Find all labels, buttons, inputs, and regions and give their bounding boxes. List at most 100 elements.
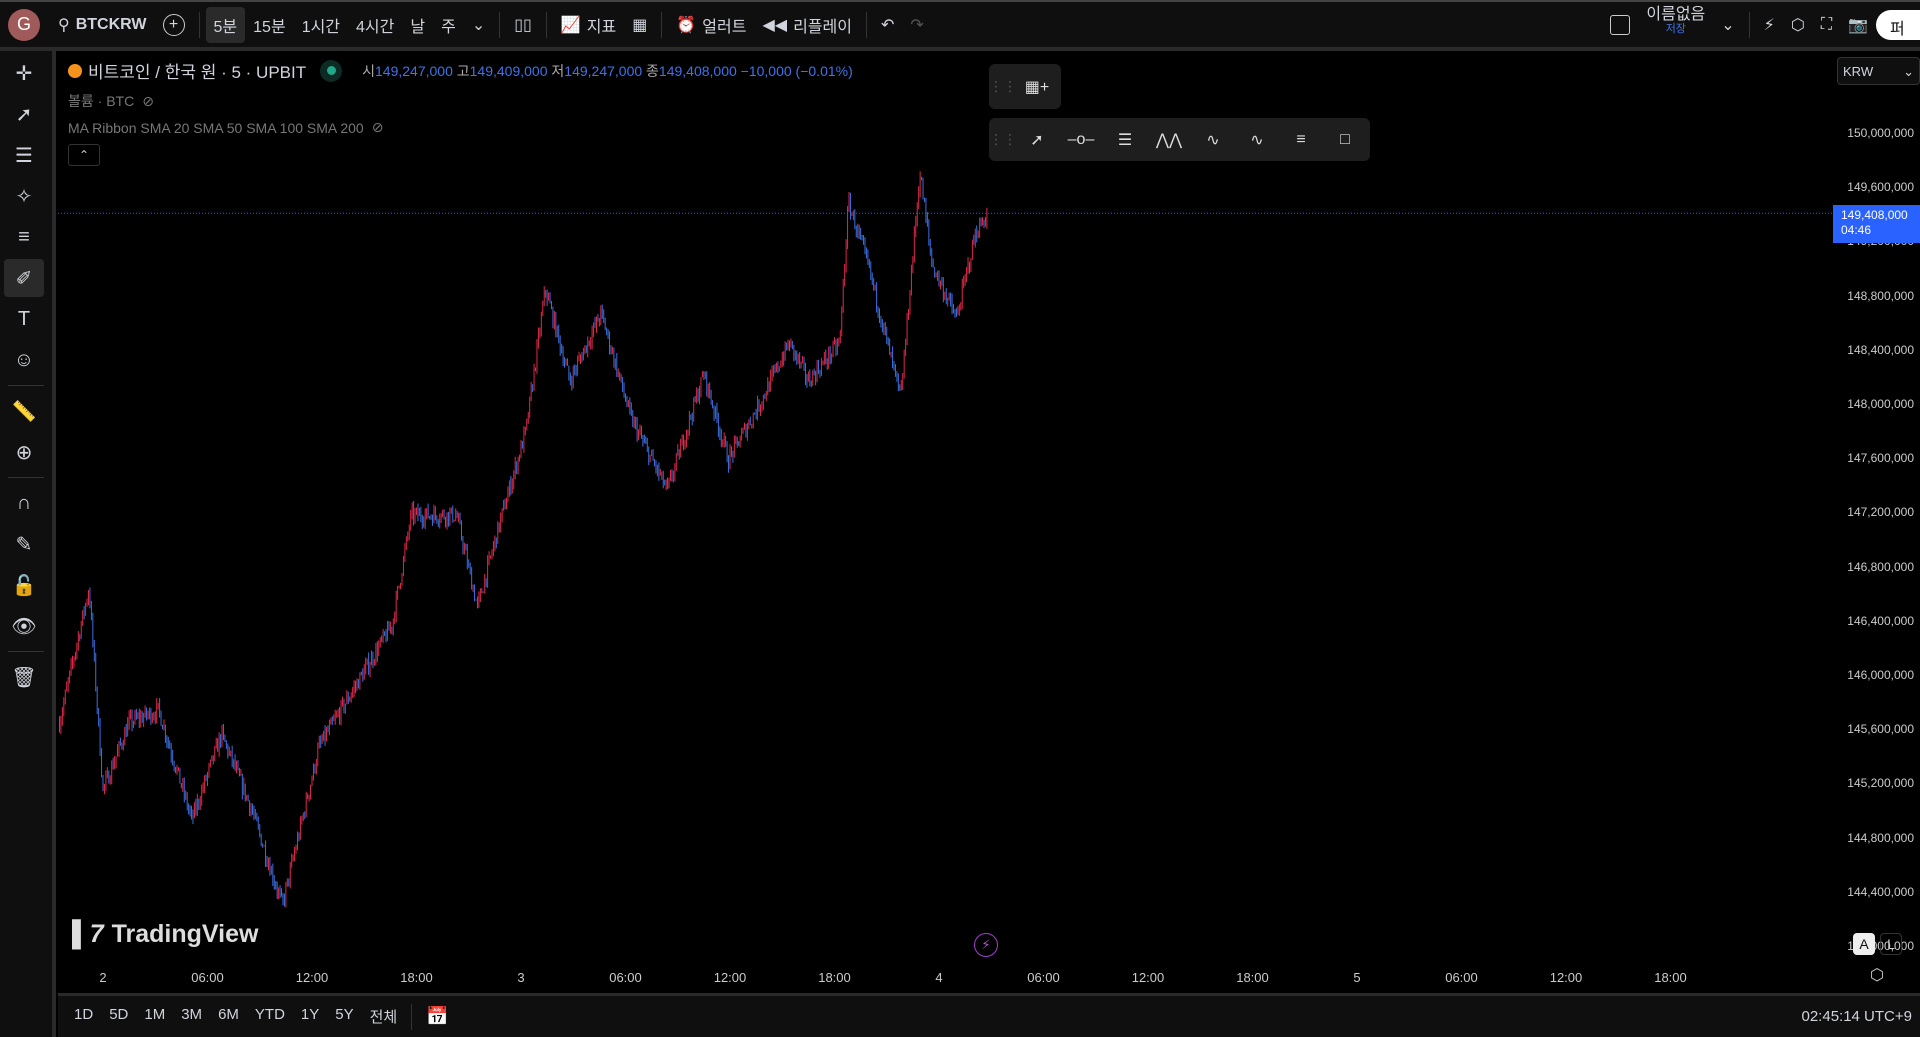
fullscreen-button[interactable]: ⛶ (1813, 7, 1840, 43)
lightning-search-icon: ⚡ (1763, 16, 1775, 34)
eye-off-icon[interactable]: ⊘ (372, 119, 384, 136)
goto-date-icon[interactable]: 📅 (418, 1006, 456, 1027)
price-tick-label: 149,600,000 (1847, 180, 1914, 195)
range-button[interactable]: 5D (101, 1006, 136, 1027)
forecast-icon[interactable]: ≡ (4, 218, 44, 256)
alert-button[interactable]: ⏰ 얼러트 (668, 7, 754, 43)
brush-icon[interactable]: ✐ (4, 259, 44, 297)
price-tick-label: 144,400,000 (1847, 884, 1914, 899)
trendline-icon[interactable]: ➚ (1015, 121, 1059, 159)
trendline-icon[interactable]: ➚ (4, 95, 44, 133)
pattern-icon[interactable]: ✧ (4, 177, 44, 215)
chart-type-button[interactable]: ▯▯ (506, 7, 540, 43)
symbol-label: BTCKRW (75, 15, 147, 33)
redo-button[interactable]: ↷ (902, 7, 931, 43)
collapse-legend-button[interactable]: ⌃ (68, 144, 100, 166)
interval-dropdown[interactable]: ⌄ (464, 7, 493, 43)
parallel-channel-icon[interactable]: ☰ (1103, 121, 1147, 159)
tradingview-logo[interactable]: ▌7 TradingView (72, 920, 258, 949)
elliott-wave-icon[interactable]: ∿ (1191, 121, 1235, 159)
eye-off-icon[interactable]: ⊘ (142, 93, 154, 110)
range-button[interactable]: 1Y (293, 1006, 327, 1027)
undo-button[interactable]: ↶ (873, 7, 902, 43)
current-price-label: 149,408,000 04:46 (1833, 205, 1920, 244)
interval-15m[interactable]: 15분 (245, 7, 294, 43)
lock-draw-icon[interactable]: ✎ (4, 525, 44, 563)
price-chart[interactable] (58, 51, 1920, 993)
gear-icon: ⬡ (1790, 16, 1805, 34)
time-tick-label: 2 (99, 970, 107, 985)
lock-icon[interactable]: 🔓 (4, 566, 44, 604)
eye-icon[interactable]: 👁 (4, 607, 44, 645)
time-tick-label: 3 (517, 970, 525, 985)
emoji-icon[interactable]: ☺ (4, 341, 44, 379)
fib-icon[interactable]: ☰ (4, 136, 44, 174)
grid-icon: ▦ (632, 16, 648, 34)
price-tick-label: 148,800,000 (1847, 288, 1914, 303)
trash-icon[interactable]: 🗑 (4, 658, 44, 696)
avatar[interactable]: G (8, 8, 40, 41)
auto-scale-button[interactable]: A (1853, 933, 1875, 955)
range-button[interactable]: 5Y (327, 1006, 361, 1027)
currency-select[interactable]: KRW ⌄ (1837, 57, 1920, 85)
templates-button[interactable]: ▦ (624, 7, 655, 43)
top-toolbar: G ⚲ BTCKRW + 5분 15분 1시간 4시간 날 주 ⌄ ▯▯ 📈 지표 … (0, 0, 1920, 47)
price-tick-label: 146,800,000 (1847, 559, 1914, 574)
favorite-drawings-toolbar: ⋮⋮ ➚ ‒o‒ ☰ ⋀⋀ ∿ ∿ ≡ □ (989, 118, 1370, 161)
range-button[interactable]: YTD (247, 1006, 293, 1027)
compare-button[interactable]: + (155, 7, 193, 43)
layout-name-button[interactable]: 이름없음 저장 (1638, 6, 1713, 43)
interval-5m[interactable]: 5분 (205, 6, 246, 43)
axis-settings-icon[interactable]: ⬡ (1870, 965, 1884, 985)
text-icon[interactable]: T (4, 300, 44, 338)
add-favorites-icon[interactable]: ▦+ (1015, 68, 1059, 106)
symbol-title[interactable]: 비트코인 / 한국 원 · 5 · UPBIT (88, 58, 306, 83)
snapshot-button[interactable]: 📷 (1840, 7, 1876, 43)
divider (8, 651, 44, 652)
layout-select-button[interactable] (1602, 7, 1638, 43)
settings-button[interactable]: ⬡ (1783, 7, 1813, 43)
crosshair-icon[interactable]: ✛ (4, 54, 44, 92)
range-button[interactable]: 3M (173, 1006, 210, 1027)
lightning-icon[interactable]: ⚡ (974, 933, 998, 957)
interval-4h[interactable]: 4시간 (348, 7, 402, 43)
range-button[interactable]: 1M (136, 1006, 173, 1027)
drag-handle-icon[interactable]: ⋮⋮ (989, 131, 1017, 148)
zoom-in-icon[interactable]: ⊕ (4, 433, 44, 471)
interval-day[interactable]: 날 (402, 7, 433, 43)
indicators-label: 지표 (586, 18, 617, 36)
publish-button[interactable]: 퍼블 (1876, 9, 1920, 40)
drag-handle-icon[interactable]: ⋮⋮ (989, 78, 1017, 95)
horizontal-ray-icon[interactable]: ‒o‒ (1059, 121, 1103, 159)
interval-week[interactable]: 주 (433, 7, 464, 43)
brand-name: TradingView (111, 920, 259, 948)
magnet-icon[interactable]: ∩ (4, 484, 44, 522)
log-scale-button[interactable]: L (1880, 933, 1902, 955)
indicators-button[interactable]: 📈 지표 (553, 7, 624, 43)
redo-icon: ↷ (910, 16, 924, 34)
fib-channel-icon[interactable]: ≡ (1279, 121, 1323, 159)
replay-button[interactable]: ◀◀ 리플레이 (754, 7, 860, 43)
layout-dropdown[interactable]: ⌄ (1713, 7, 1742, 43)
camera-icon: 📷 (1848, 16, 1868, 34)
time-tick-label: 06:00 (191, 970, 224, 985)
replay-label: 리플레이 (793, 18, 852, 36)
range-button[interactable]: 1D (66, 1006, 101, 1027)
divider (198, 11, 200, 38)
range-button[interactable]: 6M (210, 1006, 247, 1027)
clock[interactable]: 02:45:14 UTC+9 (1802, 1008, 1920, 1025)
save-label: 저장 (1665, 22, 1686, 35)
drawing-toolbar: ✛ ➚ ☰ ✧ ≡ ✐ T ☺ 📏 ⊕ ∩ ✎ 🔓 👁 🗑 (0, 51, 56, 1037)
quick-search-button[interactable]: ⚡ (1756, 7, 1783, 43)
divider (499, 11, 501, 38)
symbol-search[interactable]: ⚲ BTCKRW (50, 7, 155, 43)
interval-1h[interactable]: 1시간 (294, 7, 348, 43)
ruler-icon[interactable]: 📏 (4, 392, 44, 430)
abc-pattern-icon[interactable]: ∿ (1235, 121, 1279, 159)
time-tick-label: 06:00 (1445, 970, 1478, 985)
range-button[interactable]: 전체 (362, 1006, 406, 1027)
divider (545, 11, 547, 38)
rectangle-icon[interactable]: □ (1323, 121, 1367, 159)
head-shoulders-icon[interactable]: ⋀⋀ (1147, 121, 1191, 159)
time-tick-label: 18:00 (818, 970, 851, 985)
